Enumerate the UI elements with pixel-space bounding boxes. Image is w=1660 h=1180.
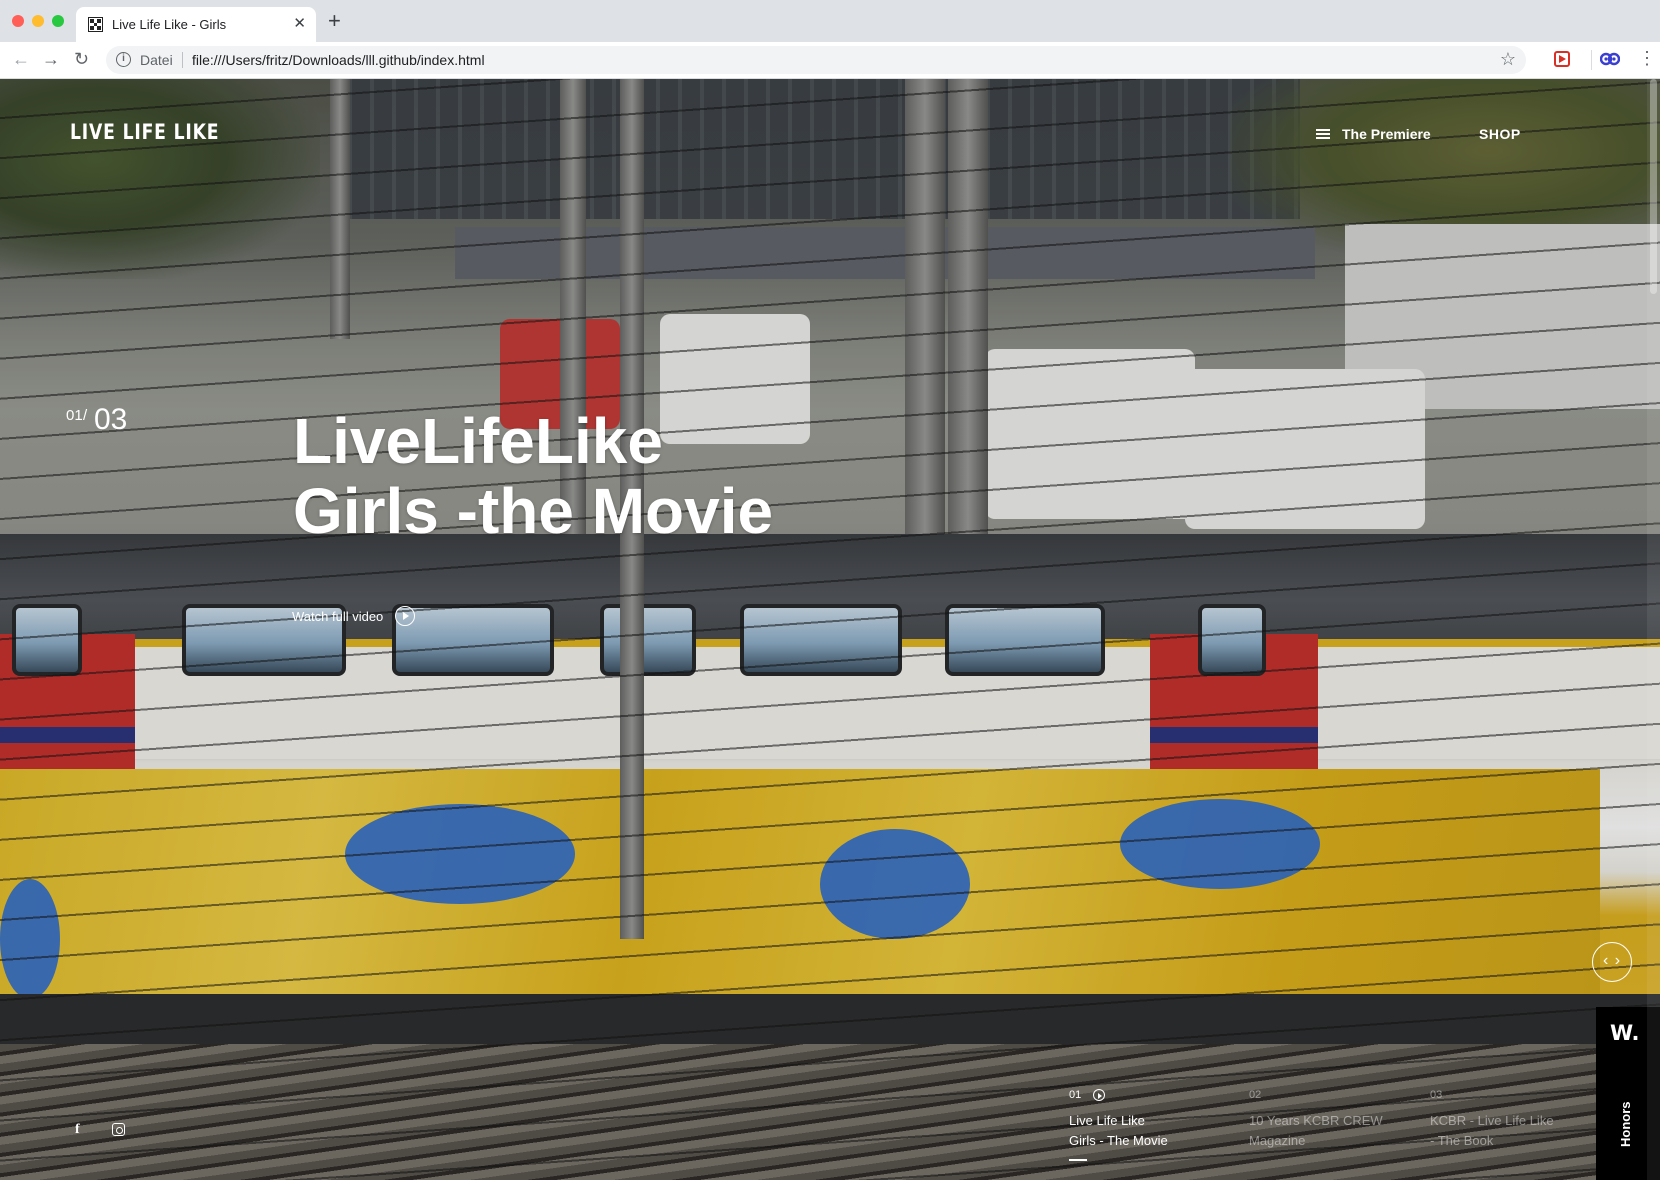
honors-logo: W. <box>1610 1021 1640 1045</box>
slide-nav-item-3[interactable]: 03 KCBR - Live Life Like - The Book <box>1430 1089 1590 1151</box>
new-tab-button[interactable]: + <box>328 10 341 32</box>
active-slide-indicator <box>1069 1159 1087 1161</box>
forward-button[interactable]: → <box>42 48 60 70</box>
web-page: LIVE LIFE LIKE The Premiere SHOP 01 / 03… <box>0 79 1660 1180</box>
back-button[interactable]: ← <box>12 48 30 70</box>
browser-toolbar: ← → ↻ i Datei file:///Users/fritz/Downlo… <box>0 42 1660 79</box>
scheme-label: Datei <box>140 52 173 68</box>
window-minimize-button[interactable] <box>32 15 44 27</box>
address-bar[interactable]: i Datei file:///Users/fritz/Downloads/ll… <box>106 46 1526 74</box>
toolbar-separator <box>1591 50 1592 70</box>
scrollbar-thumb[interactable] <box>1650 79 1657 294</box>
slide-nav-label: Girls - The Movie <box>1069 1133 1168 1148</box>
slide-nav-number: 03 <box>1430 1089 1443 1101</box>
slide-nav-label: KCBR - Live Life Like <box>1430 1113 1554 1128</box>
facebook-icon[interactable]: f <box>75 1122 80 1138</box>
star-icon[interactable]: ☆ <box>1500 49 1516 70</box>
site-logo[interactable]: LIVE LIFE LIKE <box>70 120 219 144</box>
honors-label: Honors <box>1618 1101 1633 1148</box>
slide-nav-number: 01 <box>1069 1089 1082 1101</box>
favicon-icon <box>88 17 103 32</box>
burger-menu-icon <box>1316 129 1330 139</box>
slider-arrows-icon[interactable]: ‹ › <box>1592 942 1632 982</box>
slide-nav-number: 02 <box>1249 1089 1262 1101</box>
nav-shop-label: SHOP <box>1479 126 1521 142</box>
instagram-icon[interactable] <box>112 1123 125 1136</box>
hero-video-background <box>0 79 1660 1180</box>
tab-title: Live Life Like - Girls <box>112 17 227 32</box>
info-icon[interactable]: i <box>116 52 131 67</box>
browser-tabbar: Live Life Like - Girls ✕ + <box>0 0 1660 42</box>
nav-premiere-label: The Premiere <box>1342 126 1431 142</box>
slide-nav-label: - The Book <box>1430 1133 1494 1148</box>
extension-red-icon[interactable] <box>1554 51 1570 67</box>
hero-overlay <box>0 79 1660 1180</box>
watch-full-video-link[interactable]: Watch full video <box>292 606 416 626</box>
slide-counter-current: 01 <box>66 407 83 424</box>
page-scrollbar[interactable] <box>1647 79 1660 1180</box>
reload-button[interactable]: ↻ <box>74 48 89 70</box>
slide-nav-label: 10 Years KCBR CREW <box>1249 1113 1383 1128</box>
tab-close-icon[interactable]: ✕ <box>293 15 306 33</box>
slide-nav-item-2[interactable]: 02 10 Years KCBR CREW Magazine <box>1249 1089 1409 1151</box>
url-text[interactable]: file:///Users/fritz/Downloads/lll.github… <box>192 52 485 68</box>
nav-shop-link[interactable]: SHOP <box>1479 126 1521 142</box>
slide-nav-label: Live Life Like <box>1069 1113 1145 1128</box>
hero-title-line-1: LiveLifeLike <box>293 405 663 477</box>
nav-premiere-link[interactable]: The Premiere <box>1316 126 1431 142</box>
extension-blue-icon[interactable] <box>1600 50 1620 68</box>
window-maximize-button[interactable] <box>52 15 64 27</box>
menu-icon[interactable]: ⋮ <box>1638 48 1656 68</box>
slide-nav-label: Magazine <box>1249 1133 1306 1148</box>
slide-nav-item-1[interactable]: 01 Live Life Like Girls - The Movie <box>1069 1089 1229 1151</box>
watch-full-video-label: Watch full video <box>292 608 384 624</box>
slide-counter-separator: / <box>83 407 88 424</box>
play-circle-icon <box>395 606 416 626</box>
browser-tab-active[interactable]: Live Life Like - Girls ✕ <box>76 7 316 42</box>
window-close-button[interactable] <box>12 15 24 27</box>
play-icon <box>1093 1089 1106 1101</box>
slide-counter-total: 03 <box>94 403 128 436</box>
address-separator <box>182 52 183 68</box>
hero-title: LiveLifeLike Girls -the Movie <box>293 406 773 546</box>
hero-title-line-2: Girls -the Movie <box>293 475 774 547</box>
